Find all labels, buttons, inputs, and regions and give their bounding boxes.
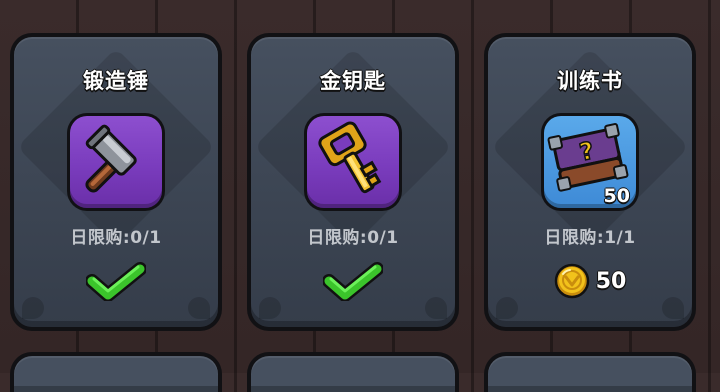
shop-card-hammer[interactable]: 锻造锤 日限购:0/1: [10, 33, 222, 331]
card-panel: 训练书 ? 50 日限购:1/1 50: [488, 37, 692, 327]
shop-card-golden-key[interactable]: 金钥匙 日限购:0/1: [247, 33, 459, 331]
shop-card-next-row[interactable]: [10, 352, 222, 392]
training-book-icon: ? 50: [544, 116, 636, 208]
item-icon-frame[interactable]: [304, 113, 402, 211]
item-name: 金钥匙: [320, 69, 386, 93]
card-panel: [251, 356, 455, 392]
card-panel: 锻造锤 日限购:0/1: [14, 37, 218, 327]
item-name: 锻造锤: [83, 69, 149, 93]
item-icon-frame[interactable]: ? 50: [541, 113, 639, 211]
shop-card-next-row[interactable]: [247, 352, 459, 392]
hammer-icon: [70, 116, 162, 208]
price-row: 50: [488, 259, 692, 303]
price-value: 50: [595, 268, 627, 294]
purchase-status: [14, 259, 218, 303]
card-panel: [488, 356, 692, 392]
shop-card-next-row[interactable]: [484, 352, 696, 392]
buy-button[interactable]: 50: [554, 263, 627, 299]
gold-coin-icon: [554, 263, 589, 299]
shop-card-training-book[interactable]: 训练书 ? 50 日限购:1/1 50: [484, 33, 696, 331]
item-icon-frame[interactable]: [67, 113, 165, 211]
check-icon: [86, 262, 146, 301]
card-panel: 金钥匙 日限购:0/1: [251, 37, 455, 327]
card-panel: [14, 356, 218, 392]
item-name: 训练书: [557, 69, 623, 93]
daily-limit-label: 日限购:0/1: [307, 228, 399, 248]
check-icon: [323, 262, 383, 301]
daily-limit-label: 日限购:1/1: [544, 228, 636, 248]
purchase-status: [251, 259, 455, 303]
item-quantity: 50: [603, 185, 630, 207]
golden-key-icon: [307, 116, 399, 208]
daily-limit-label: 日限购:0/1: [70, 228, 162, 248]
